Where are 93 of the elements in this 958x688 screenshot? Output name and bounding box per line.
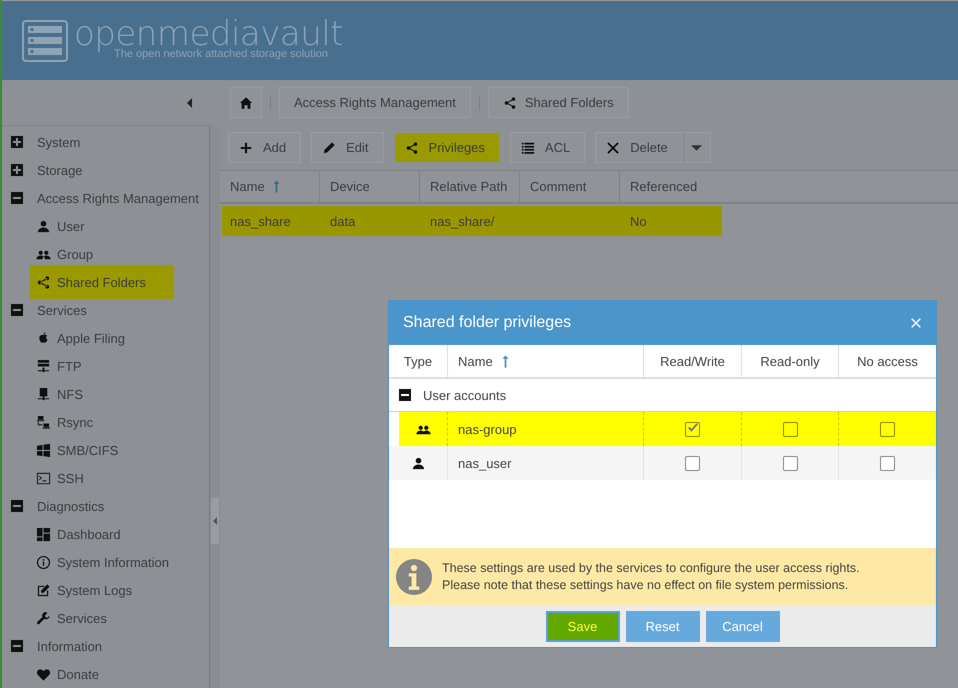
sidebar-item[interactable]: SMB/CIFS [30, 436, 174, 464]
sidebar-item[interactable]: Shared Folders [30, 265, 174, 299]
checkbox[interactable] [880, 422, 895, 436]
caret-icon [691, 144, 702, 150]
table-row[interactable]: nas_share data nas_share/ No [222, 206, 722, 236]
wrench-icon [36, 610, 51, 626]
close-button[interactable] [910, 317, 922, 329]
column-header[interactable]: Read-only [742, 345, 839, 377]
collapse-handle[interactable] [211, 498, 219, 544]
dialog-title: Shared folder privileges [403, 314, 572, 332]
sidebar-item[interactable]: Dashboard [30, 520, 174, 548]
sidebar-item[interactable]: System Information [30, 548, 174, 576]
expand-icon[interactable] [11, 164, 23, 176]
sidebar-item[interactable]: NFS [30, 380, 174, 408]
pencil-icon [322, 140, 336, 154]
column-header[interactable]: Comment [520, 171, 620, 202]
table-cell: nas_share [230, 214, 291, 228]
column-header[interactable]: Name [448, 345, 644, 377]
collapse-icon[interactable] [399, 389, 411, 401]
table-cell: No [630, 214, 647, 228]
column-header[interactable]: Read/Write [644, 345, 742, 377]
close-icon [606, 140, 620, 154]
info-icon [395, 558, 433, 596]
toolbar-button[interactable]: Delete [595, 132, 683, 163]
home-button[interactable] [230, 87, 262, 118]
privilege-row[interactable]: nas-group [399, 412, 936, 446]
sidebar-group[interactable]: Access Rights Management [37, 190, 199, 206]
logo-text: openmediavault [74, 16, 344, 52]
checkbox[interactable] [685, 422, 700, 436]
save-button[interactable]: Save [546, 610, 620, 642]
share-icon [404, 140, 419, 154]
sidebar-item[interactable]: Group [30, 240, 174, 268]
privilege-row[interactable]: nas_user [389, 446, 936, 480]
column-header[interactable]: Device [320, 171, 420, 202]
checkbox[interactable] [880, 456, 895, 470]
sidebar-group[interactable]: System [37, 134, 80, 150]
info-icon [36, 554, 51, 570]
dropdown-button[interactable] [682, 132, 711, 163]
column-header[interactable]: Name [220, 171, 320, 202]
dialog-button[interactable]: Reset [626, 610, 700, 642]
sidebar-item[interactable]: Apple Filing [30, 324, 174, 352]
sidebar-group[interactable]: Storage [37, 162, 83, 178]
toolbar-button[interactable]: Privileges [394, 132, 500, 163]
home-icon [239, 96, 253, 110]
column-header[interactable]: Referenced [620, 171, 720, 202]
table-cell: nas_user [458, 456, 512, 470]
dialog-button[interactable]: Cancel [706, 610, 780, 642]
column-header[interactable]: No access [839, 345, 936, 377]
computers-icon [36, 414, 51, 430]
collapse-icon[interactable] [11, 500, 23, 512]
user-icon [410, 456, 426, 470]
sidebar-item[interactable]: FTP [30, 352, 174, 380]
collapse-icon[interactable] [11, 640, 23, 652]
toolbar-button[interactable]: Add [228, 132, 302, 163]
sidebar-item[interactable]: Donate [30, 660, 174, 688]
table-cell: nas_share/ [430, 214, 494, 228]
checkbox[interactable] [782, 422, 798, 436]
terminal-icon [36, 470, 51, 486]
sidebar-group[interactable]: Information [37, 638, 102, 654]
collapse-icon[interactable] [11, 304, 23, 316]
sidebar-item[interactable]: Rsync [30, 408, 174, 436]
checkbox[interactable] [685, 456, 700, 470]
column-header[interactable]: Type [389, 345, 448, 377]
dashboard-icon [36, 526, 51, 542]
sidebar-item[interactable]: System Logs [30, 576, 174, 604]
breadcrumb[interactable]: Access Rights Management [279, 87, 471, 118]
sidebar-item[interactable]: User [30, 212, 174, 240]
user-icon [36, 218, 51, 234]
list-icon [520, 140, 535, 154]
table-cell: nas-group [458, 422, 517, 436]
breadcrumb[interactable]: Shared Folders [488, 87, 629, 118]
group-label: User accounts [423, 388, 506, 402]
edit-icon [36, 582, 51, 598]
checkbox[interactable] [782, 456, 798, 470]
sidebar-item[interactable]: SSH [30, 464, 174, 492]
share-icon [36, 274, 51, 290]
server-logo-icon [22, 20, 68, 62]
server-icon [36, 358, 51, 374]
expand-icon[interactable] [11, 136, 23, 148]
plus-icon [239, 140, 253, 154]
column-header[interactable]: Relative Path [420, 171, 520, 202]
desktop-icon [36, 386, 51, 402]
toolbar-button[interactable]: ACL [510, 132, 586, 163]
collapse-icon[interactable] [11, 192, 23, 204]
sidebar-item[interactable]: Services [30, 604, 174, 632]
sidebar-group[interactable]: Diagnostics [37, 498, 104, 514]
sidebar-group[interactable]: Services [37, 302, 87, 318]
info-message: These settings are used by the services to configure the user access rights. Please note that these settings have no effect on file system permissions. [442, 560, 860, 594]
share-icon [502, 96, 517, 110]
table-cell: data [330, 214, 356, 228]
heart-icon [36, 666, 51, 682]
windows-icon [36, 442, 51, 458]
toolbar-button[interactable]: Edit [311, 132, 384, 163]
